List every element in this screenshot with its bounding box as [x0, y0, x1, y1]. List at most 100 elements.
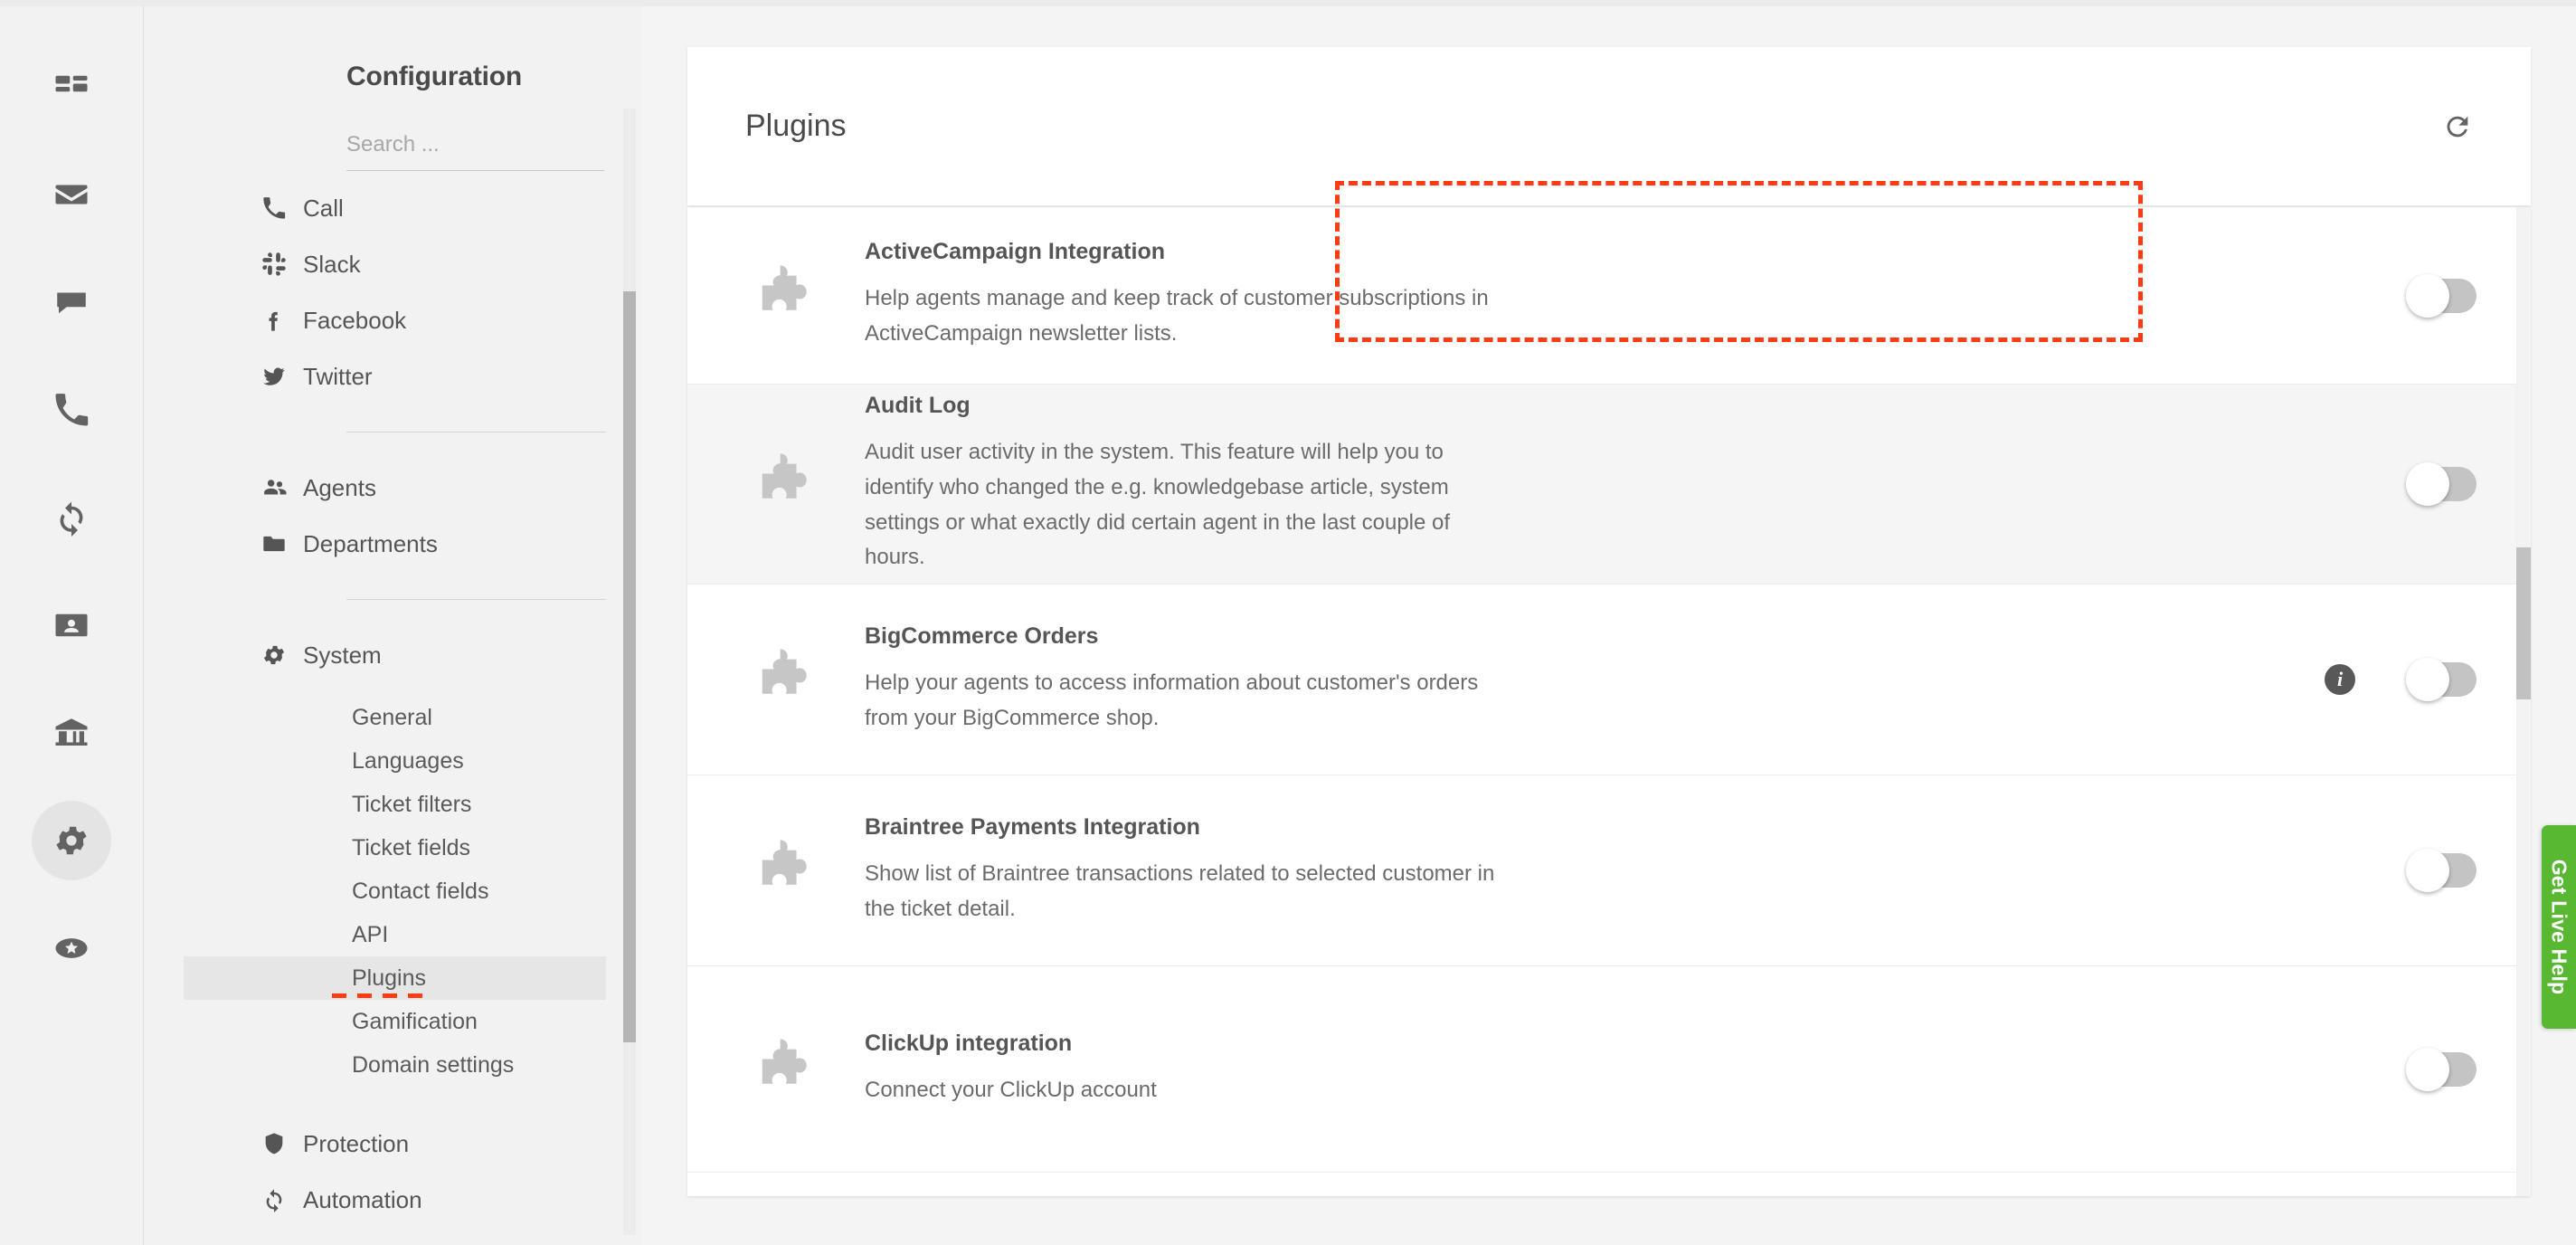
- sidebar-item-system[interactable]: System: [220, 627, 606, 683]
- sidebar-item-label: Twitter: [303, 362, 373, 390]
- envelope-icon[interactable]: [32, 155, 111, 234]
- search-input[interactable]: [346, 128, 604, 171]
- sidebar-item-label: Departments: [303, 529, 438, 557]
- phone-icon[interactable]: [32, 370, 111, 450]
- plugin-info: BigCommerce Orders Help your agents to a…: [843, 623, 2325, 737]
- sidebar-subitem-plugins[interactable]: Plugins: [184, 956, 606, 1000]
- plugin-name: ActiveCampaign Integration: [865, 239, 1165, 265]
- plugin-row[interactable]: ClickUp integration Connect your ClickUp…: [687, 966, 2531, 1173]
- plugin-info: Audit Log Audit user activity in the sys…: [843, 393, 2410, 576]
- plugins-title: Plugins: [745, 109, 847, 143]
- facebook-icon: [261, 308, 303, 333]
- star-badge-icon[interactable]: [32, 908, 111, 988]
- sidebar-subitem-ticket-fields[interactable]: Ticket fields: [184, 826, 606, 870]
- sidebar-item-slack[interactable]: Slack: [220, 236, 606, 292]
- sidebar-item-protection[interactable]: Protection: [220, 1116, 606, 1172]
- chat-bubble-icon[interactable]: [32, 262, 111, 342]
- plugin-name: Audit Log: [865, 392, 971, 418]
- sidebar-item-agents[interactable]: Agents: [220, 460, 606, 516]
- sidebar-subitem-languages[interactable]: Languages: [184, 739, 606, 783]
- circle-arrows-icon: [261, 1187, 303, 1212]
- plugin-toggle[interactable]: [2406, 1047, 2477, 1091]
- toggle-knob: [2406, 1047, 2449, 1091]
- main-scrollbar-thumb[interactable]: [2516, 547, 2531, 699]
- puzzle-piece-icon: [729, 642, 843, 718]
- puzzle-piece-icon: [729, 1031, 843, 1107]
- plugin-controls: [2406, 849, 2477, 892]
- sidebar-item-call[interactable]: Call: [220, 180, 606, 236]
- gear-icon[interactable]: [32, 801, 111, 880]
- dashboard-icon[interactable]: [32, 47, 111, 127]
- sidebar-subitem-label: Gamification: [352, 1008, 478, 1034]
- refresh-icon[interactable]: [2442, 111, 2473, 142]
- contact-card-icon[interactable]: [32, 585, 111, 665]
- toggle-knob: [2406, 273, 2449, 318]
- primary-icon-rail: [0, 0, 143, 1245]
- divider: [346, 599, 606, 600]
- sidebar-subitem-label: Ticket fields: [352, 834, 471, 860]
- plugin-row[interactable]: Audit Log Audit user activity in the sys…: [687, 385, 2531, 584]
- sidebar-item-label: Slack: [303, 250, 361, 278]
- sidebar-subitem-gamification[interactable]: Gamification: [184, 1000, 606, 1043]
- main-scrollbar-track[interactable]: [2516, 207, 2531, 1196]
- twitter-icon: [261, 364, 303, 389]
- puzzle-piece-icon: [729, 832, 843, 908]
- sidebar-subitem-label: Languages: [352, 747, 464, 774]
- annotation-underline: [332, 993, 428, 998]
- plugin-row[interactable]: ActiveCampaign Integration Help agents m…: [687, 207, 2531, 385]
- sidebar-subitem-label: Plugins: [352, 965, 426, 991]
- phone-icon: [261, 195, 303, 221]
- plugin-controls: [2406, 462, 2477, 506]
- sidebar-item-label: Protection: [303, 1129, 410, 1157]
- sidebar-subitem-api[interactable]: API: [184, 913, 606, 956]
- plugin-description: Help agents manage and keep track of cus…: [865, 286, 1489, 346]
- puzzle-piece-icon: [729, 258, 843, 334]
- sidebar-subitem-domain-settings[interactable]: Domain settings: [184, 1043, 606, 1087]
- folder-icon: [261, 531, 303, 556]
- people-icon: [261, 474, 303, 501]
- plugin-toggle[interactable]: [2406, 462, 2477, 506]
- sidebar-subitem-general[interactable]: General: [184, 696, 606, 739]
- plugin-name: ClickUp integration: [865, 1030, 1073, 1056]
- bank-icon[interactable]: [32, 693, 111, 773]
- main-content: Plugins ActiveCampaign Integration Help …: [642, 0, 2576, 1245]
- plugin-name: BigCommerce Orders: [865, 622, 1099, 649]
- sidebar-subitem-label: Ticket filters: [352, 791, 472, 817]
- plugin-info: Braintree Payments Integration Show list…: [843, 814, 2410, 927]
- plugin-description: Show list of Braintree transactions rela…: [865, 860, 1495, 921]
- sidebar-subitem-ticket-filters[interactable]: Ticket filters: [184, 783, 606, 826]
- get-live-help-tab[interactable]: Get Live Help: [2542, 825, 2576, 1029]
- plugins-panel-header: Plugins: [687, 47, 2531, 205]
- sidebar-item-automation[interactable]: Automation: [220, 1172, 606, 1228]
- plugin-toggle[interactable]: [2406, 658, 2477, 701]
- plugins-list: ActiveCampaign Integration Help agents m…: [687, 207, 2531, 1196]
- sidebar-item-twitter[interactable]: Twitter: [220, 348, 606, 404]
- plugin-info: ActiveCampaign Integration Help agents m…: [843, 239, 2410, 352]
- sidebar-subitem-label: General: [352, 704, 432, 730]
- sidebar-subitem-label: Contact fields: [352, 878, 489, 904]
- toggle-knob: [2406, 658, 2449, 701]
- info-icon[interactable]: i: [2325, 664, 2355, 695]
- sidebar-item-facebook[interactable]: Facebook: [220, 292, 606, 348]
- sidebar-item-label: System: [303, 641, 382, 669]
- plugin-toggle[interactable]: [2406, 273, 2477, 318]
- sidebar-subitem-contact-fields[interactable]: Contact fields: [184, 870, 606, 913]
- sidebar-item-departments[interactable]: Departments: [220, 516, 606, 572]
- slack-icon: [261, 252, 303, 277]
- plugin-row[interactable]: BigCommerce Orders Help your agents to a…: [687, 584, 2531, 775]
- page-title: Configuration: [346, 62, 523, 91]
- sidebar-scrollbar-thumb[interactable]: [623, 291, 636, 1042]
- plugin-row[interactable]: Braintree Payments Integration Show list…: [687, 775, 2531, 966]
- plugin-toggle[interactable]: [2406, 849, 2477, 892]
- plugin-controls: i: [2325, 658, 2477, 701]
- window-top-strip: [0, 0, 2576, 6]
- plugin-description: Audit user activity in the system. This …: [865, 439, 1451, 570]
- gear-icon: [261, 642, 303, 668]
- plugin-description: Connect your ClickUp account: [865, 1077, 1157, 1102]
- circle-arrows-icon[interactable]: [32, 478, 111, 557]
- sidebar-item-label: Automation: [303, 1185, 422, 1213]
- search-field-wrapper: [346, 128, 604, 171]
- plugin-description: Help your agents to access information a…: [865, 670, 1479, 730]
- plugin-controls: [2406, 273, 2477, 318]
- configuration-sidebar: Configuration Call Slack: [143, 0, 642, 1245]
